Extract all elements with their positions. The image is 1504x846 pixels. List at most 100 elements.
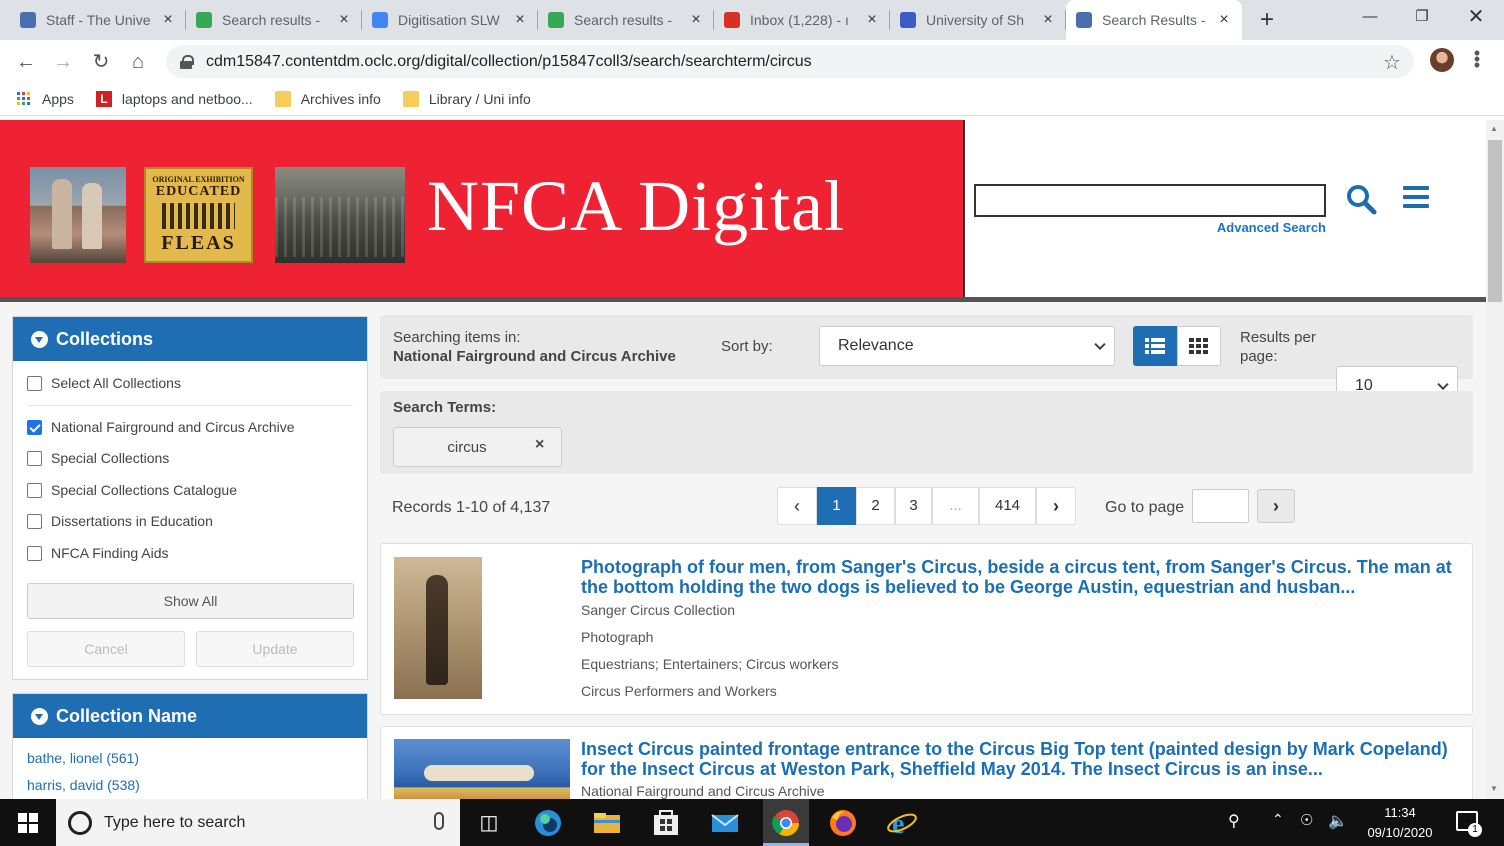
browser-tab[interactable]: Search results - × [538,0,714,40]
go-to-page-button[interactable]: › [1257,489,1295,523]
notification-count-badge: 1 [1468,823,1482,837]
result-title-link[interactable]: Insect Circus painted frontage entrance … [581,739,1461,779]
edge-browser-icon[interactable] [531,806,565,840]
browser-tab[interactable]: Search results - × [186,0,362,40]
browser-tab[interactable]: Search Results - × [1066,0,1242,40]
checkbox-box[interactable] [27,513,42,529]
hamburger-menu-icon[interactable] [1403,186,1429,208]
show-all-button[interactable]: Show All [27,583,354,619]
search-icon[interactable] [1344,182,1378,216]
scrollbar-thumb[interactable] [1488,140,1502,302]
browser-tab[interactable]: University of Sh × [890,0,1066,40]
collection-name-panel-header[interactable]: Collection Name [13,694,367,738]
bookmark-star-icon[interactable]: ☆ [1383,50,1401,75]
result-thumbnail[interactable] [394,557,482,699]
collection-name-link[interactable]: harris, david (538) [27,777,140,793]
close-tab-icon[interactable]: × [1216,11,1232,29]
browser-menu-icon[interactable]: • • • [1470,44,1484,74]
checkbox-box[interactable] [27,375,42,391]
reload-icon[interactable]: ↻ [87,48,115,76]
taskbar-clock[interactable]: 11:34 09/10/2020 [1352,803,1448,843]
previous-page-button[interactable]: ‹ [777,487,817,525]
checkbox-box[interactable] [27,419,42,435]
home-icon[interactable]: ⌂ [124,48,152,76]
internet-explorer-icon[interactable]: e [885,806,919,840]
site-search-input[interactable] [974,184,1326,217]
microsoft-store-icon[interactable] [649,806,683,840]
bookmark-item[interactable]: Llaptops and netboo... [95,90,253,107]
task-view-icon[interactable]: ◫ [472,806,506,840]
restore-button[interactable]: ❐ [1396,0,1448,34]
collection-name-link[interactable]: bathe, lionel (561) [27,750,139,766]
search-terms-label: Search Terms: [393,399,497,416]
mail-icon[interactable] [708,806,742,840]
notification-center-icon[interactable]: 1 [1456,811,1482,837]
collection-checkbox[interactable]: NFCA Finding Aids [27,542,169,564]
back-icon[interactable]: ← [12,48,40,76]
close-tab-icon[interactable]: × [688,11,704,29]
close-window-button[interactable]: ✕ [1450,0,1502,34]
page-button[interactable]: 414 [979,487,1036,525]
firefox-icon[interactable] [826,806,860,840]
page-ellipsis: ... [932,487,979,525]
address-bar[interactable]: cdm15847.contentdm.oclc.org/digital/coll… [166,45,1414,78]
tab-title: Search results - [574,12,673,28]
bookmark-item[interactable]: Archives info [274,90,381,107]
bookmark-label: Library / Uni info [428,90,531,107]
people-icon[interactable]: ⚲ [1228,811,1240,831]
microphone-icon[interactable] [434,812,444,830]
page-button[interactable]: 3 [895,487,932,525]
windows-start-icon[interactable] [18,813,38,833]
forward-icon[interactable]: → [49,48,77,76]
site-title[interactable]: NFCA Digital [427,165,845,248]
collection-checkbox[interactable]: Special Collections Catalogue [27,479,237,501]
checkbox-box[interactable] [27,482,42,498]
taskbar-search-box[interactable]: Type here to search [56,799,460,846]
remove-term-icon[interactable]: × [535,436,544,454]
go-to-page-input[interactable] [1192,489,1249,523]
browser-tab[interactable]: Staff - The Unive × [10,0,186,40]
checkbox-box[interactable] [27,545,42,561]
close-tab-icon[interactable]: × [160,11,176,29]
minimize-button[interactable]: — [1344,0,1396,34]
next-page-button[interactable]: › [1036,487,1076,525]
sort-by-value: Relevance [838,337,914,354]
searching-in-label: Searching items in: [393,329,521,346]
list-view-button[interactable] [1133,326,1177,366]
page-button[interactable]: 2 [856,487,895,525]
file-explorer-icon[interactable] [590,806,624,840]
collections-panel-header[interactable]: Collections [13,317,367,361]
collection-checkbox[interactable]: Special Collections [27,447,169,469]
bookmark-item[interactable]: Library / Uni info [402,90,531,107]
advanced-search-link[interactable]: Advanced Search [1150,220,1326,235]
result-title-link[interactable]: Photograph of four men, from Sanger's Ci… [581,557,1461,597]
close-tab-icon[interactable]: × [1040,11,1056,29]
chrome-taskbar-button[interactable] [763,799,809,846]
show-hidden-icons[interactable]: ⌃ [1272,811,1284,828]
select-all-collections-checkbox[interactable]: Select All Collections [27,372,181,394]
checkbox-box[interactable] [27,450,42,466]
close-tab-icon[interactable]: × [512,11,528,29]
collection-checkbox[interactable]: National Fairground and Circus Archive [27,416,295,438]
result-meta: Circus Performers and Workers [581,683,777,699]
browser-tab[interactable]: Digitisation SLW × [362,0,538,40]
page-button-current[interactable]: 1 [817,487,856,525]
cancel-button[interactable]: Cancel [27,631,185,667]
scroll-down-icon[interactable]: ▼ [1490,784,1498,793]
bookmark-item[interactable]: Apps [16,91,74,107]
close-tab-icon[interactable]: × [864,11,880,29]
browser-tab[interactable]: Inbox (1,228) - ı × [714,0,890,40]
sort-by-select[interactable]: Relevance [819,326,1115,366]
profile-avatar[interactable] [1430,48,1454,72]
close-tab-icon[interactable]: × [336,11,352,29]
network-icon[interactable]: ☉ [1300,811,1313,829]
scroll-up-icon[interactable]: ▲ [1490,124,1498,133]
result-thumbnail[interactable] [394,739,570,799]
page-scrollbar[interactable]: ▲ ▼ [1486,120,1504,799]
svg-text:e: e [892,809,904,840]
grid-view-button[interactable] [1177,326,1221,366]
volume-icon[interactable]: 🔈 [1328,811,1348,831]
collection-checkbox[interactable]: Dissertations in Education [27,510,213,532]
update-button[interactable]: Update [196,631,354,667]
new-tab-button[interactable]: + [1252,6,1282,34]
